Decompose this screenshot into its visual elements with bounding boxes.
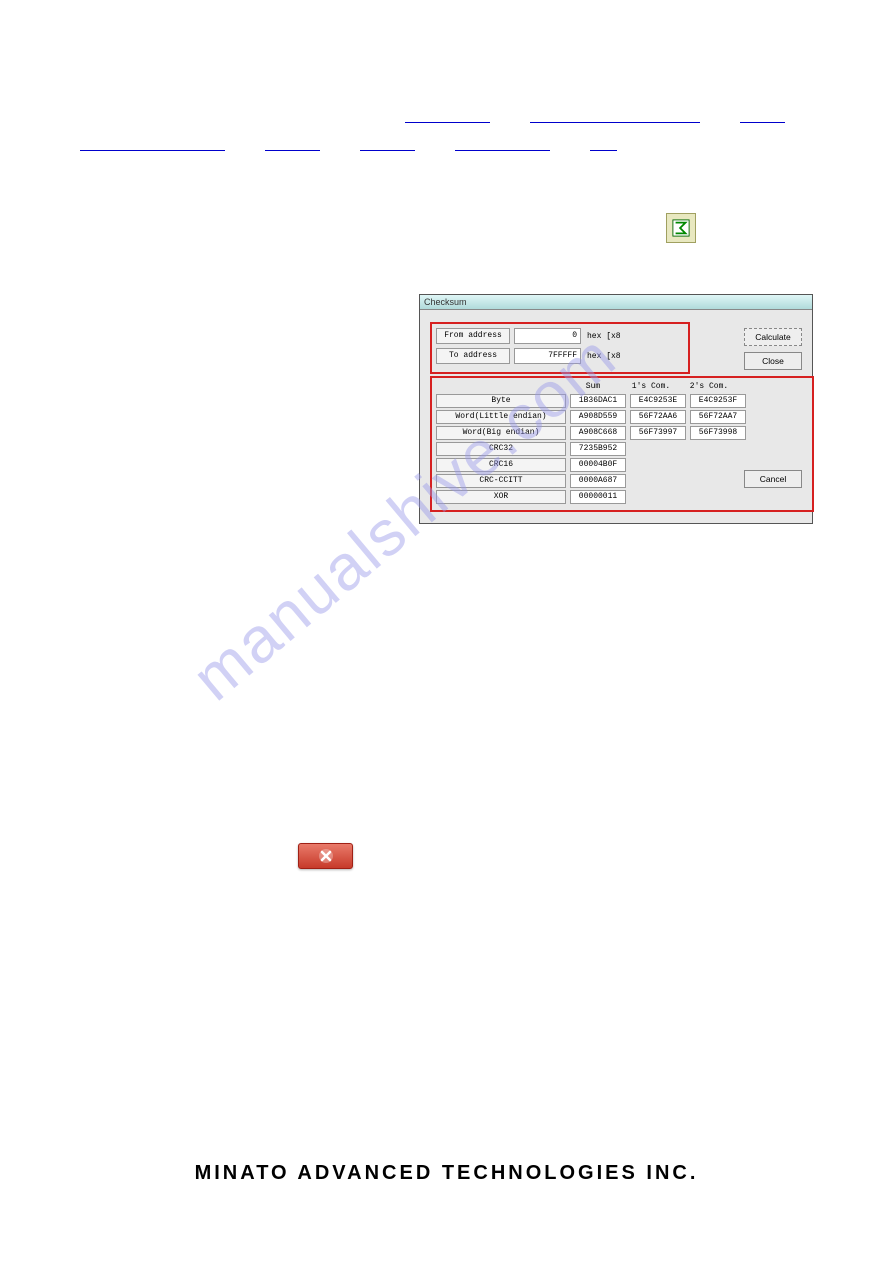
cell: 00000011 [570, 490, 626, 504]
cell: A908C668 [570, 426, 626, 440]
nav-link[interactable] [405, 120, 490, 123]
nav-link[interactable] [530, 120, 700, 123]
cell: 1B36DAC1 [570, 394, 626, 408]
col-sum: Sum [564, 382, 622, 391]
row-label: Word(Big endian) [436, 426, 566, 440]
close-icon[interactable] [298, 843, 353, 869]
to-address-label: To address [436, 348, 510, 364]
cell: 56F72AA7 [690, 410, 746, 424]
nav-link[interactable] [360, 148, 415, 151]
from-address-label: From address [436, 328, 510, 344]
cell: E4C9253E [630, 394, 686, 408]
dialog-title: Checksum [420, 295, 812, 310]
from-address-suffix: hex [x8 [585, 332, 621, 341]
from-address-row: From address 0 hex [x8 [436, 328, 684, 344]
col-1s-com: 1's Com. [622, 382, 680, 391]
nav-link[interactable] [590, 148, 617, 151]
to-address-suffix: hex [x8 [585, 352, 621, 361]
nav-link[interactable] [265, 148, 320, 151]
col-2s-com: 2's Com. [680, 382, 738, 391]
close-button[interactable]: Close [744, 352, 802, 370]
cell: 00004B0F [570, 458, 626, 472]
cell: 0000A687 [570, 474, 626, 488]
nav-link[interactable] [80, 148, 225, 151]
to-address-input[interactable]: 7FFFFF [514, 348, 581, 364]
nav-link[interactable] [740, 120, 785, 123]
from-address-input[interactable]: 0 [514, 328, 581, 344]
row-label: CRC-CCITT [436, 474, 566, 488]
row-label: Byte [436, 394, 566, 408]
cell: 56F73998 [690, 426, 746, 440]
footer-company-name: MINATO ADVANCED TECHNOLOGIES INC. [0, 1162, 893, 1185]
calculate-button[interactable]: Calculate [744, 328, 802, 346]
cell: 7235B952 [570, 442, 626, 456]
checksum-dialog: Checksum From address 0 hex [x8 To addre… [419, 294, 813, 524]
top-links-row-2 [80, 148, 617, 151]
cell: E4C9253F [690, 394, 746, 408]
sigma-icon[interactable] [666, 213, 696, 243]
address-range-box: From address 0 hex [x8 To address 7FFFFF… [430, 322, 690, 374]
cell: A908D559 [570, 410, 626, 424]
cell: 56F72AA6 [630, 410, 686, 424]
row-label: CRC32 [436, 442, 566, 456]
row-label: Word(Little endian) [436, 410, 566, 424]
dialog-button-column: Calculate Close Cancel [744, 328, 802, 488]
table-row: XOR 00000011 [436, 490, 808, 504]
row-label: XOR [436, 490, 566, 504]
cancel-button[interactable]: Cancel [744, 470, 802, 488]
cell: 56F73997 [630, 426, 686, 440]
nav-link[interactable] [455, 148, 550, 151]
to-address-row: To address 7FFFFF hex [x8 [436, 348, 684, 364]
top-links-row-1 [405, 120, 803, 123]
row-label: CRC16 [436, 458, 566, 472]
